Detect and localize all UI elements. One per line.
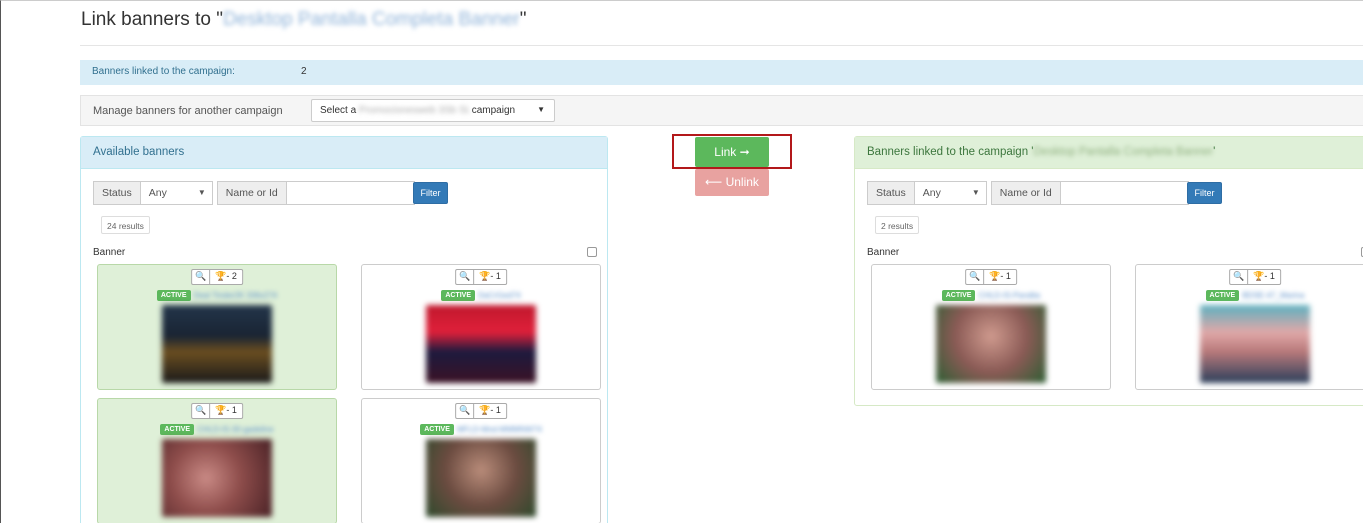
banner-thumbnail xyxy=(162,439,272,517)
banner-card[interactable]: 🔍 🏆- 1 ACTIVE DaCrGed74 xyxy=(361,264,601,390)
status-filter-label: Status xyxy=(93,181,141,205)
card-tools: 🔍 🏆- 1 xyxy=(455,269,507,285)
available-filter-row: Status Any ▼ Name or Id xyxy=(93,181,415,205)
unlink-button[interactable]: ⟵ Unlink xyxy=(695,169,769,196)
status-badge: ACTIVE xyxy=(420,423,454,435)
chevron-down-icon: ▼ xyxy=(971,188,980,197)
name-filter-input[interactable] xyxy=(286,181,415,205)
results-count-badge: 24 results xyxy=(101,216,150,234)
card-tools: 🔍 🏆- 1 xyxy=(191,403,243,419)
filter-button[interactable]: Filter xyxy=(1187,182,1222,204)
trophy-weight: 🏆- 1 xyxy=(989,271,1011,281)
banner-name-link[interactable]: CHLD-IS-Pandita xyxy=(978,291,1040,300)
banner-thumbnail xyxy=(936,305,1046,383)
banner-name-link[interactable]: BDSE-47_Marina xyxy=(1242,291,1304,300)
name-filter-input[interactable] xyxy=(1060,181,1189,205)
banner-name-link[interactable]: Deal Tinder2K 336x274 xyxy=(194,291,278,300)
page-title: Link banners to "Desktop Pantalla Comple… xyxy=(81,9,527,31)
banner-name-link[interactable]: DaCrGed74 xyxy=(478,291,521,300)
banner-thumbnail xyxy=(162,305,272,383)
card-tools: 🔍 🏆- 1 xyxy=(455,403,507,419)
banner-card[interactable]: 🔍 🏆- 2 ACTIVE Deal Tinder2K 336x274 xyxy=(97,264,337,390)
page-frame: Link banners to "Desktop Pantalla Comple… xyxy=(0,0,1363,523)
card-tools: 🔍 🏆- 1 xyxy=(1229,269,1281,285)
banner-card[interactable]: 🔍 🏆- 1 ACTIVE BDSE-47_Marina xyxy=(1135,264,1363,390)
banner-name-link[interactable]: MFLD-Mnd-MMMNW74 xyxy=(457,425,542,434)
card-tools: 🔍 🏆- 1 xyxy=(965,269,1017,285)
zoom-icon[interactable]: 🔍 xyxy=(192,270,211,284)
results-count-badge: 2 results xyxy=(875,216,920,234)
trophy-weight: 🏆- 1 xyxy=(479,271,501,281)
linked-count-value: 2 xyxy=(301,66,307,77)
status-badge: ACTIVE xyxy=(160,423,195,435)
campaign-select[interactable]: Select a Promocionesweb 3Sb SL campaign … xyxy=(311,99,555,122)
manage-campaign-label: Manage banners for another campaign xyxy=(93,105,283,117)
linked-banners-panel: Banners linked to the campaign 'Desktop … xyxy=(854,136,1363,406)
page-title-campaign: Desktop Pantalla Completa Banner xyxy=(222,9,520,30)
card-status-line: ACTIVE BDSE-47_Marina xyxy=(1136,289,1363,301)
chevron-down-icon: ▼ xyxy=(197,188,206,197)
manage-campaign-bar: Manage banners for another campaign Sele… xyxy=(80,95,1363,126)
zoom-icon[interactable]: 🔍 xyxy=(966,270,985,284)
campaign-select-advertiser: Promocionesweb 3Sb SL xyxy=(358,105,469,116)
banner-column-header: Banner xyxy=(867,247,900,258)
available-banners-heading: Available banners xyxy=(81,137,607,169)
linked-count-bar: Banners linked to the campaign: 2 xyxy=(80,60,1363,85)
linked-count-label: Banners linked to the campaign: xyxy=(92,66,235,77)
status-badge: ACTIVE xyxy=(156,289,191,301)
filter-button[interactable]: Filter xyxy=(413,182,448,204)
banner-thumbnail xyxy=(426,439,536,517)
banner-card[interactable]: 🔍 🏆- 1 ACTIVE CHLD-IS-Pandita xyxy=(871,264,1111,390)
title-divider xyxy=(80,45,1363,46)
zoom-icon[interactable]: 🔍 xyxy=(192,404,211,418)
linked-banners-heading: Banners linked to the campaign 'Desktop … xyxy=(855,137,1363,169)
status-badge: ACTIVE xyxy=(441,289,475,301)
select-all-checkbox[interactable] xyxy=(587,247,597,257)
status-filter-value: Any xyxy=(922,187,941,199)
status-filter-select[interactable]: Any ▼ xyxy=(140,181,213,205)
card-status-line: ACTIVE MFLD-Mnd-MMMNW74 xyxy=(362,423,600,435)
linked-filter-row: Status Any ▼ Name or Id xyxy=(867,181,1189,205)
trophy-weight: 🏆- 1 xyxy=(1253,271,1275,281)
banner-card[interactable]: 🔍 🏆- 1 ACTIVE CHLD-IS-30-gadeline xyxy=(97,398,337,523)
trophy-weight: 🏆- 1 xyxy=(479,405,501,415)
status-filter-value: Any xyxy=(148,187,167,199)
zoom-icon[interactable]: 🔍 xyxy=(456,404,475,418)
card-status-line: ACTIVE Deal Tinder2K 336x274 xyxy=(98,289,336,301)
banner-name-link[interactable]: CHLD-IS-30-gadeline xyxy=(197,425,273,434)
card-status-line: ACTIVE CHLD-IS-Pandita xyxy=(872,289,1110,301)
status-badge: ACTIVE xyxy=(941,289,976,301)
linked-heading-campaign: Desktop Pantalla Completa Banner xyxy=(1033,146,1214,158)
page-title-suffix: " xyxy=(519,9,527,30)
banner-card[interactable]: 🔍 🏆- 1 ACTIVE MFLD-Mnd-MMMNW74 xyxy=(361,398,601,523)
link-button-highlight xyxy=(672,134,792,169)
campaign-select-prefix: Select a xyxy=(320,105,357,116)
status-filter-label: Status xyxy=(867,181,915,205)
trophy-weight: 🏆- 1 xyxy=(215,405,237,415)
card-status-line: ACTIVE DaCrGed74 xyxy=(362,289,600,301)
name-filter-label: Name or Id xyxy=(216,181,287,205)
card-status-line: ACTIVE CHLD-IS-30-gadeline xyxy=(98,423,336,435)
zoom-icon[interactable]: 🔍 xyxy=(456,270,475,284)
banner-thumbnail xyxy=(426,305,536,383)
campaign-select-suffix: campaign xyxy=(471,105,516,116)
zoom-icon[interactable]: 🔍 xyxy=(1230,270,1249,284)
status-filter-select[interactable]: Any ▼ xyxy=(914,181,987,205)
status-badge: ACTIVE xyxy=(1205,289,1240,301)
name-filter-label: Name or Id xyxy=(990,181,1061,205)
linked-heading-suffix: ' xyxy=(1213,146,1216,158)
card-tools: 🔍 🏆- 2 xyxy=(191,269,243,285)
banner-thumbnail xyxy=(1200,305,1310,383)
banner-column-header: Banner xyxy=(93,247,126,258)
chevron-down-icon: ▼ xyxy=(537,105,545,114)
linked-heading-prefix: Banners linked to the campaign ' xyxy=(867,146,1034,158)
available-banners-panel: Available banners Status Any ▼ Name or I… xyxy=(80,136,608,523)
page-title-prefix: Link banners to " xyxy=(81,9,223,30)
trophy-weight: 🏆- 2 xyxy=(215,271,237,281)
